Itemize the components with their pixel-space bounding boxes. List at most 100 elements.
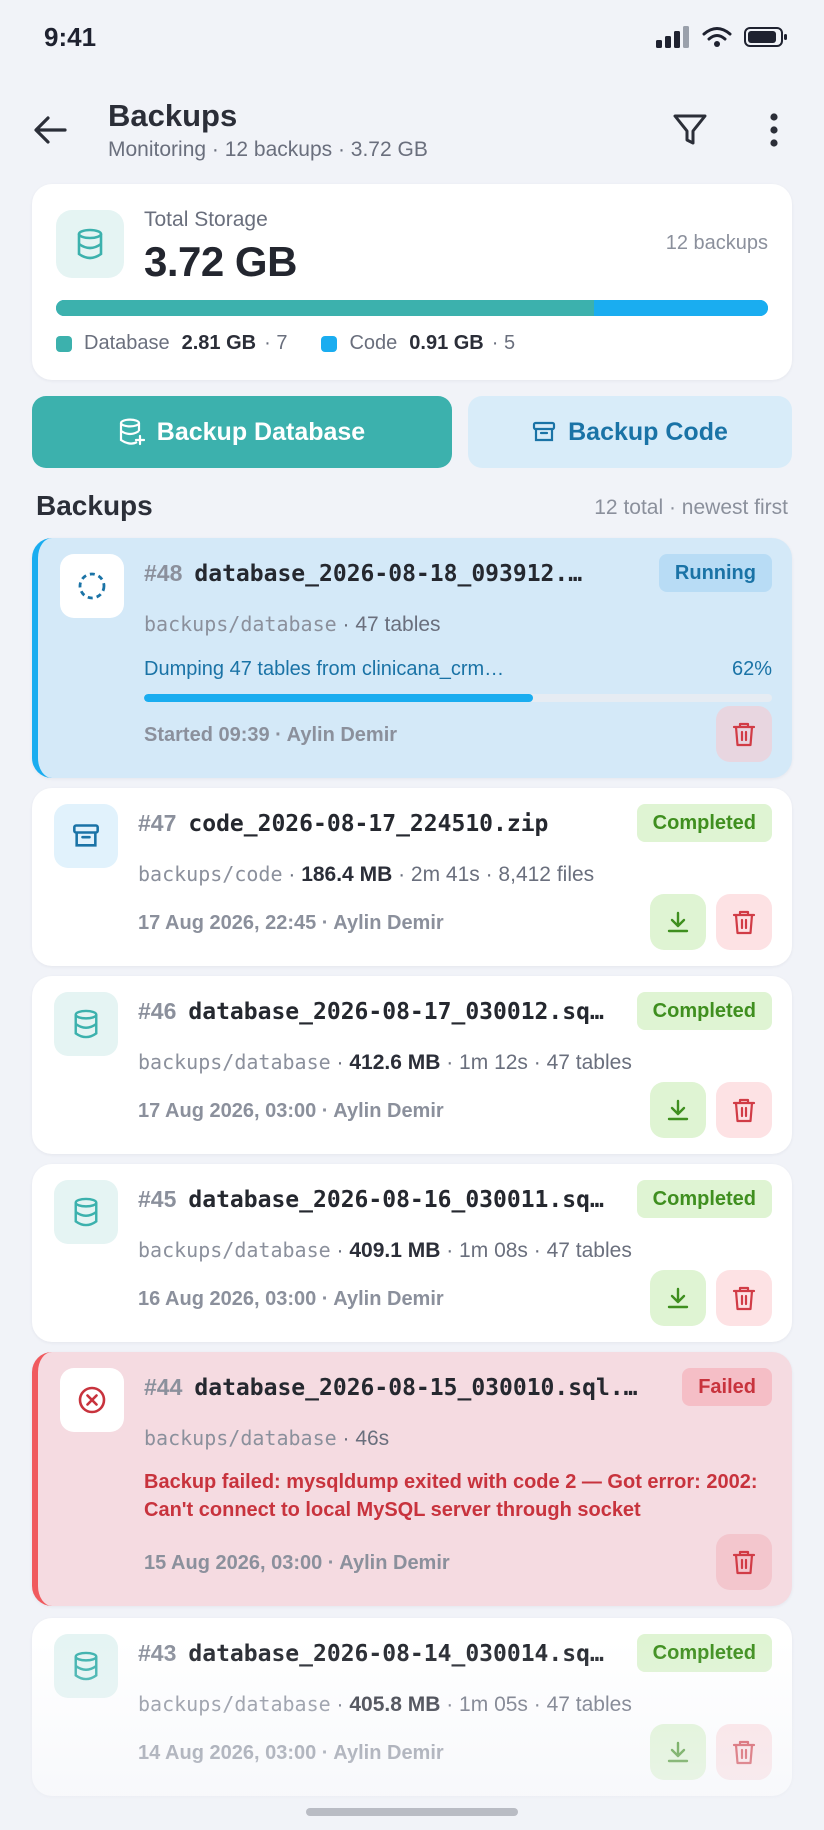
storage-total: 3.72 GB	[144, 238, 297, 285]
database-icon	[74, 1009, 98, 1039]
backup-database-button[interactable]: Backup Database	[32, 396, 452, 468]
backup-icon-wrap	[54, 992, 118, 1056]
backup-icon-wrap	[60, 1368, 124, 1432]
legend-value-code: 0.91 GB	[409, 332, 484, 354]
backup-title: #44 database_2026-08-15_030010.sql.gz	[144, 1374, 644, 1401]
backup-details: · 1m 05s · 47 tables	[446, 1693, 632, 1716]
backup-number: #48	[144, 560, 183, 586]
database-icon	[74, 1651, 98, 1681]
backup-meta: backups/code · 186.4 MB · 2m 41s · 8,412…	[138, 862, 594, 887]
home-indicator	[306, 1808, 518, 1816]
backup-code-button[interactable]: Backup Code	[468, 396, 792, 468]
backup-card[interactable]: #46 database_2026-08-17_030012.sq… Comple…	[32, 976, 792, 1154]
back-button[interactable]	[30, 110, 70, 150]
backup-card[interactable]: #45 database_2026-08-16_030011.sq… Comple…	[32, 1164, 792, 1342]
backup-title: #45 database_2026-08-16_030011.sq…	[138, 1186, 618, 1213]
progress-text: Dumping 47 tables from clinicana_crm…	[144, 658, 505, 680]
delete-button[interactable]	[716, 894, 772, 950]
status-badge: Completed	[636, 992, 772, 1030]
app-header: Backups Monitoring · 12 backups · 3.72 G…	[0, 92, 824, 172]
backup-footer: 16 Aug 2026, 03:00 · Aylin Demir	[138, 1288, 444, 1310]
storage-label: Total Storage	[144, 208, 268, 231]
backup-card[interactable]: #43 database_2026-08-14_030014.sq… Comple…	[32, 1618, 792, 1796]
download-button[interactable]	[650, 1270, 706, 1326]
backup-size: 409.1 MB	[349, 1239, 441, 1262]
backup-card-failed[interactable]: #44 database_2026-08-15_030010.sql.gz Fai…	[32, 1352, 792, 1606]
backup-icon-wrap	[60, 554, 124, 618]
database-icon	[74, 1197, 98, 1227]
download-icon	[667, 1099, 689, 1121]
backup-filename: database_2026-08-15_030010.sql.gz	[194, 1375, 644, 1401]
backup-number: #47	[138, 810, 177, 836]
filter-button[interactable]	[668, 108, 712, 152]
download-icon	[667, 1287, 689, 1309]
backup-title: #46 database_2026-08-17_030012.sq…	[138, 998, 618, 1025]
trash-icon	[732, 1740, 756, 1765]
backup-details: · 47 tables	[342, 613, 441, 636]
trash-icon	[732, 1286, 756, 1311]
meta-separator: ·	[336, 1051, 344, 1074]
delete-button[interactable]	[716, 1534, 772, 1590]
backup-path: backups/code	[138, 862, 283, 886]
backup-meta: backups/database · 412.6 MB · 1m 12s · 4…	[138, 1050, 632, 1075]
backup-icon-wrap	[54, 804, 118, 868]
backup-path: backups/database	[138, 1238, 331, 1262]
legend-value-database: 2.81 GB	[181, 332, 257, 354]
status-badge: Failed	[682, 1368, 772, 1406]
backup-meta: backups/database · 409.1 MB · 1m 08s · 4…	[138, 1238, 632, 1263]
database-backup-icon	[119, 418, 145, 446]
backup-number: #45	[138, 1186, 177, 1212]
status-bar: 9:41	[0, 0, 824, 80]
backup-card[interactable]: #47 code_2026-08-17_224510.zip Completed …	[32, 788, 792, 966]
status-badge: Completed	[636, 1180, 772, 1218]
backup-number: #43	[138, 1640, 177, 1666]
backup-number: #44	[144, 1374, 183, 1400]
backup-database-label: Backup Database	[156, 417, 366, 446]
backup-card-running[interactable]: #48 database_2026-08-18_093912.sql… Runni…	[32, 538, 792, 778]
backup-path: backups/database	[144, 612, 337, 636]
page-title: Backups	[108, 98, 238, 133]
download-icon	[667, 911, 689, 933]
backup-icon-wrap	[54, 1634, 118, 1698]
storage-summary-card: Total Storage 3.72 GB 12 backups Databas…	[32, 184, 792, 380]
status-time: 9:41	[44, 22, 97, 52]
more-options-button[interactable]	[752, 108, 796, 152]
legend-label-database: Database	[84, 332, 170, 354]
backup-filename: database_2026-08-14_030014.sq…	[188, 1641, 604, 1667]
trash-icon	[732, 722, 756, 747]
status-badge: Completed	[636, 804, 772, 842]
download-button[interactable]	[650, 894, 706, 950]
legend-count-code: · 5	[491, 332, 516, 354]
trash-icon	[732, 910, 756, 935]
backup-details: · 1m 08s · 47 tables	[446, 1239, 632, 1262]
battery-icon	[744, 27, 787, 47]
spinner-icon	[78, 572, 106, 600]
error-circle-icon	[78, 1386, 106, 1414]
archive-icon	[73, 824, 99, 847]
backup-title: #48 database_2026-08-18_093912.sql…	[144, 560, 594, 587]
status-badge: Completed	[636, 1634, 772, 1672]
trash-icon	[732, 1098, 756, 1123]
delete-button[interactable]	[716, 706, 772, 762]
backup-title: #43 database_2026-08-14_030014.sq…	[138, 1640, 618, 1667]
delete-button[interactable]	[716, 1082, 772, 1138]
meta-separator: ·	[288, 863, 296, 886]
backup-details: · 2m 41s · 8,412 files	[398, 863, 595, 886]
trash-icon	[732, 1550, 756, 1575]
backup-path: backups/database	[138, 1050, 331, 1074]
arrow-left-icon	[34, 116, 67, 144]
backup-filename: code_2026-08-17_224510.zip	[188, 811, 549, 837]
progress-bar	[144, 694, 772, 702]
section-meta: 12 total · newest first	[594, 496, 788, 519]
legend-count-database: · 7	[264, 332, 288, 354]
storage-backup-count: 12 backups	[665, 232, 768, 254]
backup-path: backups/database	[144, 1426, 337, 1450]
download-button[interactable]	[650, 1082, 706, 1138]
storage-usage-bar	[56, 300, 768, 316]
delete-button[interactable]	[716, 1724, 772, 1780]
progress-fill	[144, 694, 534, 702]
meta-separator: ·	[336, 1693, 344, 1716]
download-button[interactable]	[650, 1724, 706, 1780]
storage-bar-code	[593, 300, 768, 316]
delete-button[interactable]	[716, 1270, 772, 1326]
